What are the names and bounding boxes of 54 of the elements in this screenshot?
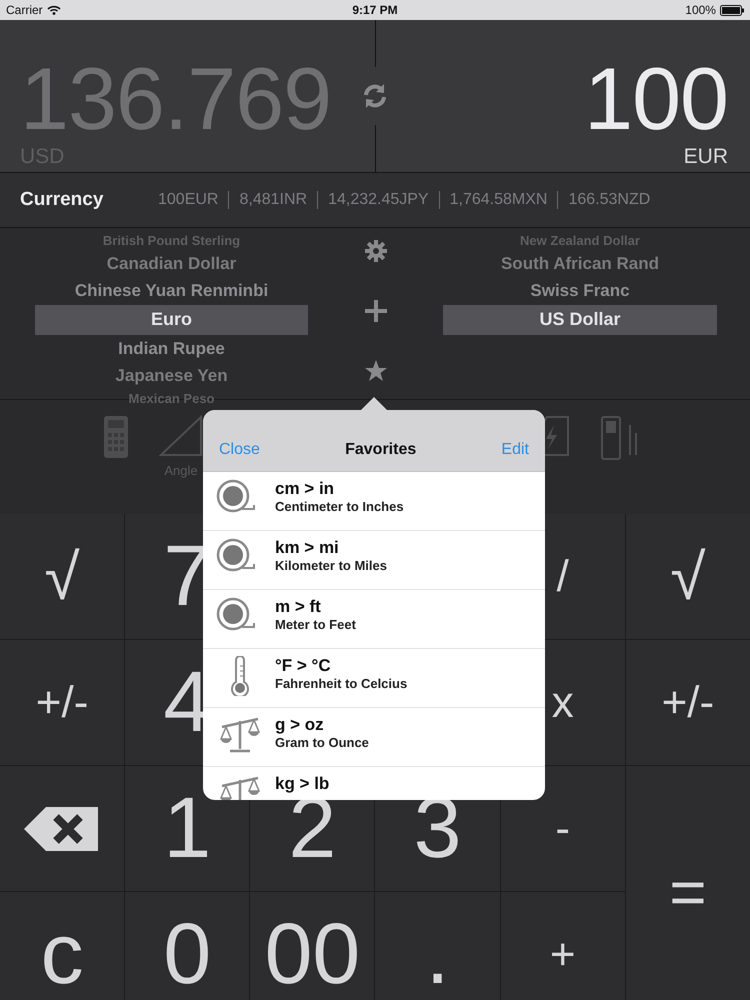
conversion-subtitle: Fahrenheit to Celcius [275,676,408,692]
keypad-key[interactable]: . [375,892,500,1000]
currency-option[interactable]: Indian Rupee [35,334,308,362]
thermometer-icon [229,656,251,696]
clock-label: 9:17 PM [352,3,398,17]
battery-percent: 100% [685,3,716,17]
favorite-item[interactable]: °F > °C Fahrenheit to Celcius [203,649,545,708]
keypad-key[interactable]: - [500,766,625,891]
favorite-item[interactable]: m > ft Meter to Feet [203,590,545,649]
keypad-key[interactable]: + [500,892,625,1000]
favorite-item[interactable]: g > oz Gram to Ounce [203,708,545,767]
currency-option[interactable]: Swiss Franc [443,276,717,304]
conversion-title: cm > in [275,479,336,499]
rate-text: 100EUR [158,191,218,209]
currency-option[interactable]: Euro [35,304,308,334]
display-value: 100 [584,54,728,143]
rate-text: 166.53NZD [568,191,650,209]
keypad-key[interactable]: √ [0,514,124,639]
battery-icon [720,4,744,16]
rate-text: 1,764.58MXN [450,191,548,209]
backspace-key[interactable] [0,766,124,891]
currency-option[interactable]: US Dollar [443,304,717,334]
keypad-key[interactable]: +/- [0,640,124,765]
rate-text: 14,232.45JPY [328,191,429,209]
carrier-label: Carrier [6,3,43,17]
keypad-key[interactable]: 00 [250,892,374,1000]
star-icon[interactable] [364,359,388,383]
keypad-key[interactable]: 0 [125,892,250,1000]
backspace-icon[interactable] [24,804,100,852]
conversion-title: g > oz [275,715,325,735]
conversion-subtitle: Centimeter to Inches [275,498,404,514]
gear-icon[interactable] [364,239,388,263]
conversion-title: m > ft [275,597,322,617]
keypad-key[interactable]: +/- [626,640,750,765]
keypad-key[interactable]: 1 [125,766,250,891]
rate-text: 8,481INR [239,191,308,209]
currency-code: EUR [684,144,728,168]
category-label: Currency [20,189,104,211]
conversion-title: °F > °C [275,656,332,676]
keypad-key[interactable]: c [0,892,124,1000]
conversion-subtitle: Meter to Feet [275,616,356,632]
conversion-title: km > mi [275,538,340,558]
wifi-icon [46,5,61,15]
conversion-subtitle: Gram to Ounce [275,734,369,750]
favorite-item[interactable]: km > mi Kilometer to Miles [203,531,545,590]
favorite-item[interactable]: cm > in Centimeter to Inches [203,472,545,531]
conversion-subtitle: Kilometer to Miles [275,558,387,574]
currency-option[interactable]: Chinese Yuan Renminbi [35,276,308,304]
keypad-key[interactable]: = [626,766,750,1000]
plus-icon[interactable] [364,299,388,323]
popover-title: Favorites [345,441,416,459]
conversion-title: kg > lb [275,774,330,794]
keypad-key[interactable]: √ [626,514,750,639]
balance-scale-icon [218,715,262,753]
